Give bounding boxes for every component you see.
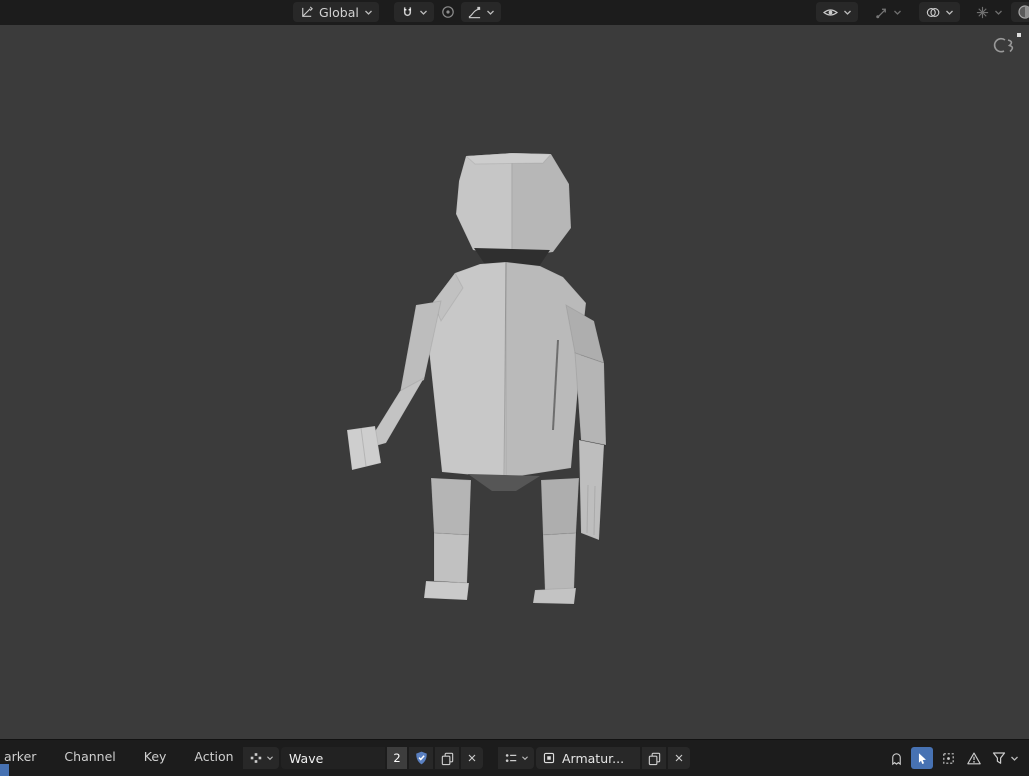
fake-user-toggle[interactable] [409, 747, 433, 769]
falloff-curve-icon [467, 5, 482, 20]
dashed-box-icon [941, 751, 956, 766]
menu-marker[interactable]: arker [2, 749, 38, 764]
show-errors-toggle[interactable] [963, 747, 985, 769]
chevron-down-icon [893, 9, 902, 16]
only-selected-toggle[interactable] [911, 747, 933, 769]
dopesheet-menubar: arker Channel Key Action [2, 749, 236, 764]
funnel-icon [991, 750, 1007, 766]
chevron-down-icon [419, 9, 428, 16]
menu-channel[interactable]: Channel [62, 749, 117, 764]
close-icon [673, 752, 685, 764]
slot-browse-dropdown[interactable] [498, 747, 534, 769]
shading-sphere-icon [1017, 4, 1029, 20]
magnet-icon [400, 5, 415, 20]
chevron-down-icon [843, 9, 852, 16]
chevron-down-icon [521, 755, 529, 761]
character-model[interactable] [0, 25, 1029, 739]
show-overlays-dropdown[interactable] [919, 2, 960, 22]
proportional-editing-icon [440, 4, 456, 20]
shading-mode-button[interactable] [1011, 2, 1029, 22]
cursor-arrow-icon [915, 751, 929, 765]
frame-channels-toggle[interactable] [937, 747, 959, 769]
transform-gizmo-dropdown[interactable] [871, 2, 905, 22]
chevron-down-icon [486, 9, 495, 16]
current-frame-indicator[interactable] [0, 764, 9, 776]
duplicate-slot-button[interactable] [642, 747, 666, 769]
filter-dropdown[interactable] [989, 750, 1021, 766]
channels-icon [504, 751, 518, 765]
warning-icon [966, 751, 982, 766]
chevron-down-icon [994, 9, 1003, 16]
show-gizmos-icon [822, 5, 839, 20]
slot-icon [542, 751, 556, 765]
action-id-selector: Wave 2 [243, 747, 483, 769]
blender-window: Global arker Channel Key Action Wave 2 A… [0, 0, 1029, 776]
slot-id-selector: Armatur... [498, 747, 690, 769]
action-users-count[interactable]: 2 [387, 747, 407, 769]
dopesheet-filter-toggles [885, 747, 1021, 769]
copy-icon [647, 751, 662, 766]
action-browse-dropdown[interactable] [243, 747, 279, 769]
orientation-label: Global [319, 4, 359, 20]
xray-icon [975, 5, 990, 20]
chevron-down-icon [266, 755, 274, 761]
move-gizmo-icon [874, 5, 889, 20]
editor-corner-widget[interactable] [993, 32, 1023, 60]
shield-icon [414, 750, 429, 766]
ghost-icon [889, 751, 904, 766]
falloff-dropdown[interactable] [461, 2, 501, 22]
3d-viewport[interactable] [0, 25, 1029, 739]
slot-name-field[interactable]: Armatur... [536, 747, 640, 769]
chevron-down-icon [1010, 755, 1019, 762]
slot-name-label: Armatur... [562, 750, 625, 766]
close-icon [466, 752, 478, 764]
snapping-dropdown[interactable] [394, 2, 434, 22]
overlays-icon [925, 5, 941, 20]
menu-key[interactable]: Key [142, 749, 169, 764]
toggle-xray-button[interactable] [972, 2, 1006, 22]
show-gizmos-dropdown[interactable] [816, 2, 858, 22]
action-icon [249, 751, 263, 765]
unlink-action-button[interactable] [461, 747, 483, 769]
chevron-down-icon [945, 9, 954, 16]
proportional-editing-toggle[interactable] [437, 2, 459, 22]
dopesheet-header: arker Channel Key Action Wave 2 Armatur.… [0, 739, 1029, 776]
transform-orientation-dropdown[interactable]: Global [293, 2, 379, 22]
menu-action[interactable]: Action [192, 749, 235, 764]
action-name-field[interactable]: Wave [281, 747, 385, 769]
chevron-down-icon [364, 9, 373, 16]
orientation-icon [299, 5, 314, 20]
show-hidden-toggle[interactable] [885, 747, 907, 769]
duplicate-action-button[interactable] [435, 747, 459, 769]
copy-icon [440, 751, 455, 766]
viewport-header: Global [0, 0, 1029, 25]
unlink-slot-button[interactable] [668, 747, 690, 769]
